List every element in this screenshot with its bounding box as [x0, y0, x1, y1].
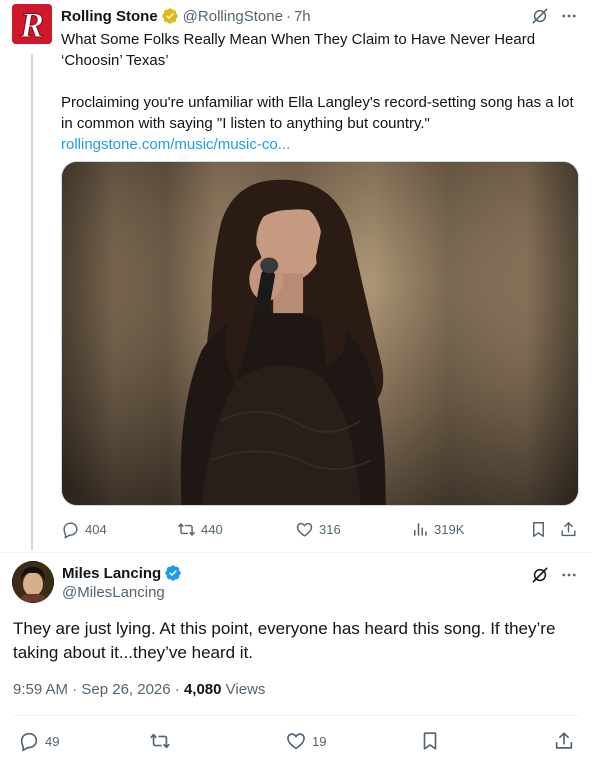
more-icon[interactable] — [560, 566, 578, 584]
actions-divider — [13, 715, 579, 716]
share-button[interactable] — [553, 729, 575, 753]
repost-icon — [177, 520, 196, 539]
like-button[interactable]: 316 — [295, 517, 341, 541]
rolling-stone-avatar[interactable]: R — [12, 4, 52, 44]
reply-button[interactable]: 404 — [61, 517, 107, 541]
bookmark-button[interactable] — [419, 729, 441, 753]
like-icon — [285, 730, 307, 752]
reply-button[interactable]: 49 — [18, 729, 59, 753]
quoted-author-handle[interactable]: @RollingStone — [183, 8, 283, 25]
reply-icon — [18, 730, 40, 752]
quoted-tweet-time[interactable]: 7h — [294, 8, 311, 25]
bookmark-icon — [419, 730, 441, 752]
tweet-divider — [0, 552, 592, 553]
quoted-author-name[interactable]: Rolling Stone — [61, 8, 158, 25]
views-number: 4,080 — [183, 681, 222, 698]
repost-button[interactable] — [149, 729, 171, 753]
quoted-tweet-body: What Some Folks Really Mean When They Cl… — [61, 29, 581, 155]
main-author-name[interactable]: Miles Lancing — [62, 565, 161, 582]
like-icon — [295, 520, 314, 539]
views-count: 319K — [434, 521, 465, 537]
article-image[interactable] — [61, 161, 579, 506]
repost-button[interactable]: 440 — [177, 517, 223, 541]
separator-dot: · — [285, 7, 291, 25]
svg-text:R: R — [19, 5, 44, 44]
share-button[interactable] — [559, 517, 578, 541]
grok-icon[interactable] — [530, 6, 550, 26]
reply-count: 404 — [85, 521, 107, 537]
like-count: 316 — [319, 521, 341, 537]
quoted-tweet-action-bar: 404 440 316 319K — [61, 517, 579, 541]
quoted-tweet-header: Rolling Stone @RollingStone · 7h — [61, 6, 311, 26]
article-link[interactable]: rollingstone.com/music/music-co... — [61, 134, 581, 155]
tweet-metadata: 9:59 AM · Sep 26, 2026 · 4,080 Views — [13, 681, 265, 698]
main-tweet-text: They are just lying. At this point, ever… — [13, 619, 556, 662]
miles-lancing-avatar[interactable] — [12, 561, 54, 603]
views-button[interactable]: 319K — [411, 517, 464, 541]
thread-connector-line — [31, 54, 33, 550]
main-tweet-action-bar: 49 19 — [13, 729, 579, 753]
grok-icon[interactable] — [530, 565, 550, 585]
bookmark-icon — [529, 520, 548, 539]
reply-count: 49 — [45, 733, 60, 749]
blue-verified-badge-icon — [164, 564, 182, 582]
quoted-tweet-top-actions — [530, 6, 578, 26]
main-tweet-top-actions — [530, 565, 578, 585]
reply-icon — [61, 520, 80, 539]
repost-icon — [149, 730, 171, 752]
article-headline: What Some Folks Really Mean When They Cl… — [61, 31, 536, 69]
views-icon — [411, 520, 429, 538]
like-count: 19 — [312, 733, 327, 749]
main-tweet-author-row: Miles Lancing — [62, 563, 182, 583]
main-author-handle[interactable]: @MilesLancing — [62, 584, 165, 601]
article-description: Proclaiming you're unfamiliar with Ella … — [61, 94, 574, 132]
share-icon — [559, 520, 578, 539]
more-icon[interactable] — [560, 7, 578, 25]
views-label: Views — [225, 681, 266, 698]
bookmark-button[interactable] — [529, 517, 548, 541]
repost-count: 440 — [201, 521, 223, 537]
share-icon — [553, 730, 575, 752]
tweet-timestamp[interactable]: 9:59 AM · Sep 26, 2026 · — [13, 681, 184, 698]
like-button[interactable]: 19 — [285, 729, 326, 753]
gold-verified-badge-icon — [161, 7, 179, 25]
